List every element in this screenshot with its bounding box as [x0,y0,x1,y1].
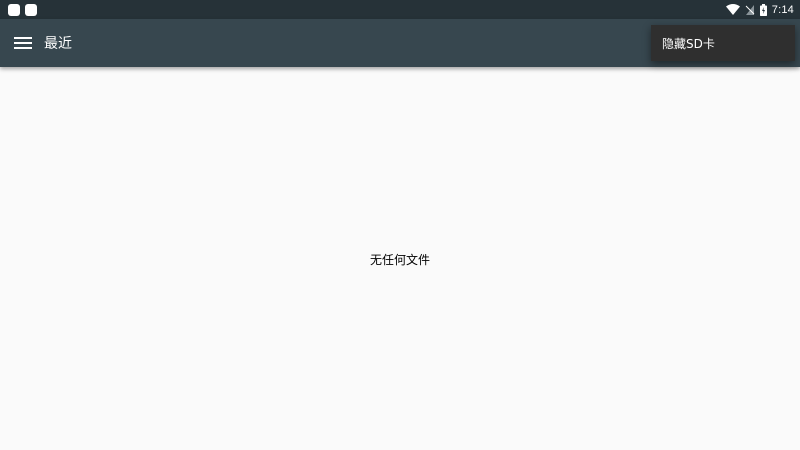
menu-button[interactable] [0,19,47,67]
wifi-icon [725,4,740,15]
menu-item-hide-sd-card[interactable]: 隐藏SD卡 [651,35,715,52]
files-app-screen: 7:14 最近 隐藏SD卡 无任何文件 [0,0,800,450]
menu-icon [14,37,32,49]
page-title: 最近 [44,36,72,52]
notification-icon [8,3,20,16]
system-icons: 7:14 [725,3,800,16]
empty-state-message: 无任何文件 [369,253,430,267]
overflow-menu: 隐藏SD卡 [651,25,795,61]
status-bar: 7:14 [0,0,800,19]
clock: 7:14 [771,3,794,16]
notification-icon [25,3,37,16]
battery-charging-icon [759,3,767,16]
no-sim-icon [745,4,755,15]
notification-area [0,3,37,16]
